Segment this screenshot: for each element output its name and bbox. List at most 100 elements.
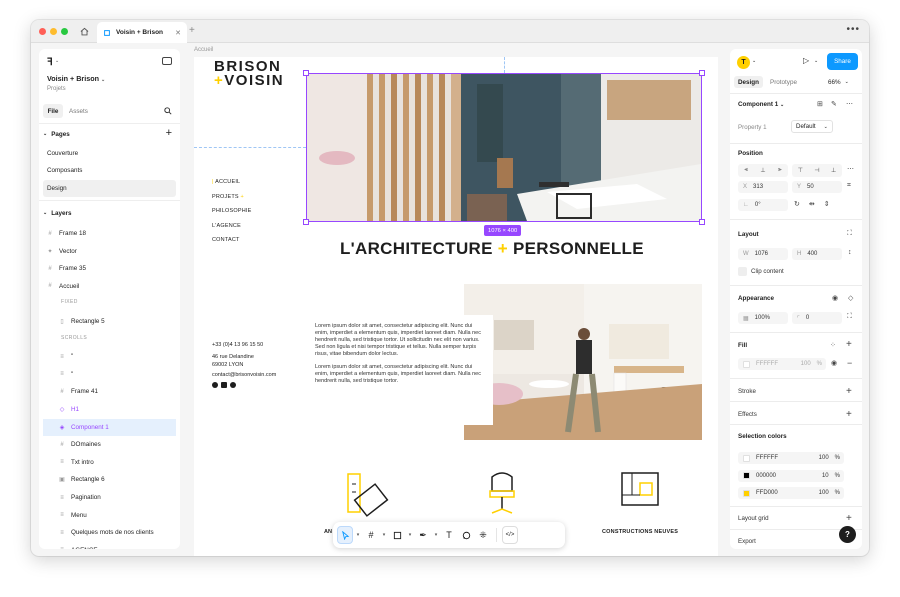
close-window-button[interactable] bbox=[39, 28, 46, 35]
frame-tool-icon[interactable]: # bbox=[363, 526, 379, 544]
maximize-window-button[interactable] bbox=[61, 28, 68, 35]
nav-contact[interactable]: CONTACT bbox=[212, 233, 252, 248]
color-swatch[interactable] bbox=[743, 489, 750, 497]
nav-accueil[interactable]: | ACCUEIL bbox=[212, 175, 252, 190]
edit-component-icon[interactable]: ✎ bbox=[831, 100, 837, 108]
align-left-icon[interactable]: ⫷ bbox=[744, 167, 747, 174]
frame-label-accueil[interactable]: Accueil bbox=[194, 47, 213, 53]
color-swatch[interactable] bbox=[743, 454, 750, 462]
layer-item[interactable]: ▣ Rectangle 6 bbox=[39, 471, 180, 488]
selection-color-row[interactable]: 000000 10% bbox=[738, 469, 844, 482]
chevron-down-icon[interactable]: ▾ bbox=[380, 526, 388, 544]
component-name[interactable]: Component 1 ⌄ bbox=[738, 101, 784, 108]
chevron-down-icon[interactable]: ▾ bbox=[432, 526, 440, 544]
property-select[interactable]: Default ⌄ bbox=[791, 120, 833, 133]
resize-handle-top-right[interactable] bbox=[699, 70, 705, 76]
resize-handle-bottom-right[interactable] bbox=[699, 219, 705, 225]
resize-constraint-icon[interactable]: ↕ bbox=[848, 249, 852, 256]
new-tab-icon[interactable]: + bbox=[189, 25, 195, 36]
chevron-down-icon[interactable]: ▾ bbox=[406, 526, 414, 544]
corner-radius-input[interactable]: ⌜ 0 bbox=[792, 312, 842, 324]
resize-handle-bottom-left[interactable] bbox=[303, 219, 309, 225]
x-input[interactable]: X 313 bbox=[738, 181, 788, 193]
share-button[interactable]: Share bbox=[827, 53, 858, 70]
layer-item[interactable]: ✦ Vector bbox=[39, 243, 180, 260]
tab-file[interactable]: File bbox=[43, 104, 63, 118]
zoom-select[interactable]: 66% ⌄ bbox=[828, 76, 849, 88]
tab-prototype[interactable]: Prototype bbox=[770, 76, 797, 88]
tab-assets[interactable]: Assets bbox=[69, 104, 88, 118]
layer-item[interactable]: ◈ Component 1 bbox=[43, 418, 176, 436]
instagram-icon[interactable] bbox=[212, 382, 218, 388]
clip-content-checkbox[interactable] bbox=[738, 267, 747, 276]
independent-corners-icon[interactable]: ⛶ bbox=[847, 313, 852, 321]
width-input[interactable]: W 1076 bbox=[738, 248, 788, 260]
constraints-icon[interactable]: ⌗ bbox=[847, 182, 851, 190]
more-icon[interactable]: ⋯ bbox=[846, 100, 853, 108]
layer-item[interactable]: # Frame 18 bbox=[39, 225, 180, 242]
add-layout-grid-icon[interactable]: + bbox=[846, 513, 852, 524]
add-fill-icon[interactable]: + bbox=[846, 339, 852, 350]
styles-grid-icon[interactable]: ⁘ bbox=[830, 341, 836, 349]
components-tool-icon[interactable]: ⁜ bbox=[475, 526, 491, 544]
vertical-align-group[interactable]: ⊤ ⊣ ⊥ bbox=[792, 164, 842, 177]
dev-mode-icon[interactable]: </> bbox=[502, 526, 518, 544]
nav-philosophie[interactable]: PHILOSOPHIE bbox=[212, 204, 252, 219]
align-right-icon[interactable]: ⫸ bbox=[778, 167, 781, 174]
align-bottom-icon[interactable]: ⊥ bbox=[831, 167, 836, 174]
nav-projets[interactable]: PROJETS + bbox=[212, 190, 252, 205]
project-name[interactable]: Voisin + Brison ⌄ bbox=[47, 74, 105, 83]
eye-icon[interactable]: ◉ bbox=[831, 359, 837, 367]
rotation-input[interactable]: ∟ 0° bbox=[738, 199, 788, 211]
layer-item[interactable]: ≡ AGENCE bbox=[39, 542, 180, 549]
resize-handle-top-left[interactable] bbox=[303, 70, 309, 76]
project-photo[interactable] bbox=[464, 284, 702, 440]
align-center-v-icon[interactable]: ⊣ bbox=[814, 167, 819, 174]
remove-fill-icon[interactable]: − bbox=[847, 358, 852, 368]
align-center-h-icon[interactable]: ⊥ bbox=[760, 167, 765, 174]
comment-tool-icon[interactable] bbox=[458, 526, 474, 544]
auto-layout-icon[interactable]: ⛶ bbox=[847, 230, 852, 238]
close-tab-icon[interactable]: ✕ bbox=[175, 29, 181, 37]
layer-item[interactable]: # Accueil bbox=[39, 278, 180, 295]
fill-input[interactable]: FFFFFF 100% bbox=[738, 358, 826, 370]
layer-item[interactable]: ◇ H1 bbox=[39, 401, 180, 418]
go-to-main-component-icon[interactable]: ⊞ bbox=[817, 100, 823, 108]
page-item-design[interactable]: Design bbox=[43, 180, 176, 197]
align-top-icon[interactable]: ⊤ bbox=[798, 167, 803, 174]
avatar[interactable]: T bbox=[737, 56, 750, 69]
layer-item[interactable]: # DOmaines bbox=[39, 436, 180, 453]
add-effect-icon[interactable]: + bbox=[846, 409, 852, 420]
distribute-more-icon[interactable]: ⋯ bbox=[847, 165, 854, 173]
rectangle-tool-icon[interactable] bbox=[389, 526, 405, 544]
opacity-input[interactable]: ▦ 100% bbox=[738, 312, 788, 324]
fill-swatch[interactable] bbox=[743, 360, 750, 368]
eye-icon[interactable]: ◉ bbox=[832, 294, 838, 302]
move-tool-icon[interactable] bbox=[337, 526, 353, 544]
height-input[interactable]: H 400 bbox=[792, 248, 842, 260]
chevron-down-icon[interactable]: ▾ bbox=[354, 526, 362, 544]
tab-voisin-brison[interactable]: Voisin + Brison ✕ bbox=[97, 22, 187, 43]
play-prototype-icon[interactable]: ▷ bbox=[803, 56, 809, 65]
layer-item[interactable]: ≡ Txt intro bbox=[39, 454, 180, 471]
layers-section-header[interactable]: ⌄ Layers bbox=[39, 206, 180, 220]
layer-item[interactable]: ≡ Pagination bbox=[39, 489, 180, 506]
sidebar-toggle-icon[interactable] bbox=[162, 57, 172, 65]
blend-mode-icon[interactable]: ◇ bbox=[848, 294, 853, 302]
layer-item[interactable]: # Frame 41 bbox=[39, 383, 180, 400]
more-options-icon[interactable]: ••• bbox=[846, 24, 860, 35]
pen-tool-icon[interactable]: ✒ bbox=[415, 526, 431, 544]
rotate-icon[interactable]: ↻ bbox=[794, 200, 800, 208]
selection-color-row[interactable]: FFFFFF 100% bbox=[738, 452, 844, 464]
layer-item[interactable]: ≡ " bbox=[39, 348, 180, 365]
minimize-window-button[interactable] bbox=[50, 28, 57, 35]
flip-vertical-icon[interactable]: ⇕ bbox=[824, 200, 830, 208]
tab-design[interactable]: Design bbox=[734, 76, 763, 88]
layer-item[interactable]: ≡ Menu bbox=[39, 507, 180, 524]
page-item-composants[interactable]: Composants bbox=[39, 162, 180, 179]
page-item-couverture[interactable]: Couverture bbox=[39, 145, 180, 162]
text-tool-icon[interactable]: T bbox=[441, 526, 457, 544]
layer-item[interactable]: ≡ Quelques mots de nos clients bbox=[39, 524, 180, 541]
help-button[interactable]: ? bbox=[839, 526, 856, 543]
horizontal-align-group[interactable]: ⫷ ⊥ ⫸ bbox=[738, 164, 788, 177]
